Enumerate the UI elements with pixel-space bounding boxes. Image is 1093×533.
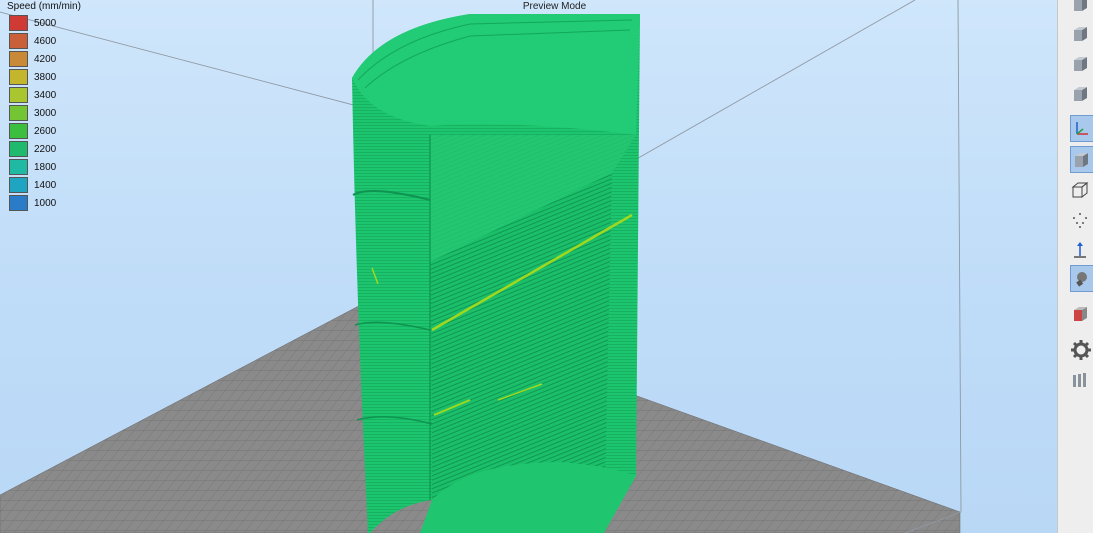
legend-swatch [9,105,28,121]
scene-canvas[interactable] [0,0,1057,533]
view-cube-right-button[interactable] [1070,50,1093,77]
legend-label: 2600 [34,125,57,137]
legend-row: 2200 [7,140,81,158]
view-cube-front-icon [1070,0,1090,14]
legend-title: Speed (mm/min) [7,1,81,12]
legend-label: 2200 [34,143,57,155]
cross-section-icon [1070,304,1090,324]
3d-viewport[interactable]: Preview Mode Speed (mm/min) 5000 4600 4200… [0,0,1057,533]
legend-swatch [9,141,28,157]
lighting-button[interactable] [1070,265,1093,292]
show-axes-icon [1071,119,1091,139]
settings-gear-icon [1070,339,1092,361]
view-cube-back-icon [1070,84,1090,104]
legend-swatch [9,51,28,67]
show-axes-button[interactable] [1070,115,1093,142]
legend-label: 3000 [34,107,57,119]
legend-swatch [9,15,28,31]
legend-swatch [9,87,28,103]
legend-swatch [9,69,28,85]
legend-row: 1800 [7,158,81,176]
view-cube-left-button[interactable] [1070,20,1093,47]
lighting-icon [1071,269,1091,289]
view-cube-right-icon [1070,54,1090,74]
legend-row: 4200 [7,50,81,68]
settings-gear-button[interactable] [1070,336,1093,363]
view-cube-back-button[interactable] [1070,80,1093,107]
layer-stack-icon [1070,370,1090,390]
show-normals-button[interactable] [1070,236,1093,263]
legend-row: 1400 [7,176,81,194]
legend-row: 2600 [7,122,81,140]
legend-label: 1800 [34,161,57,173]
legend-swatch [9,33,28,49]
legend-label: 3800 [34,71,57,83]
printed-model [352,14,640,533]
layer-stack-button[interactable] [1070,366,1093,393]
legend-label: 1400 [34,179,57,191]
solid-view-icon [1071,150,1091,170]
legend-swatch [9,195,28,211]
view-cube-left-icon [1070,24,1090,44]
legend-row: 4600 [7,32,81,50]
legend-label: 1000 [34,197,57,209]
view-toolbar [1057,0,1093,533]
legend-row: 5000 [7,14,81,32]
wireframe-view-icon [1070,180,1090,200]
preview-mode-title: Preview Mode [522,1,587,12]
legend-swatch [9,177,28,193]
legend-label: 5000 [34,17,57,29]
legend-row: 3800 [7,68,81,86]
legend-label: 4600 [34,35,57,47]
speed-legend: Speed (mm/min) 5000 4600 4200 3800 3400 3000 2… [7,1,81,212]
show-normals-icon [1070,240,1090,260]
point-cloud-icon [1070,210,1090,230]
legend-label: 4200 [34,53,57,65]
legend-row: 3400 [7,86,81,104]
legend-row: 3000 [7,104,81,122]
solid-view-button[interactable] [1070,146,1093,173]
legend-swatch [9,123,28,139]
legend-row: 1000 [7,194,81,212]
legend-swatch [9,159,28,175]
legend-label: 3400 [34,89,57,101]
view-cube-front-button[interactable] [1070,0,1093,17]
wireframe-view-button[interactable] [1070,176,1093,203]
cross-section-button[interactable] [1070,300,1093,327]
point-cloud-button[interactable] [1070,206,1093,233]
